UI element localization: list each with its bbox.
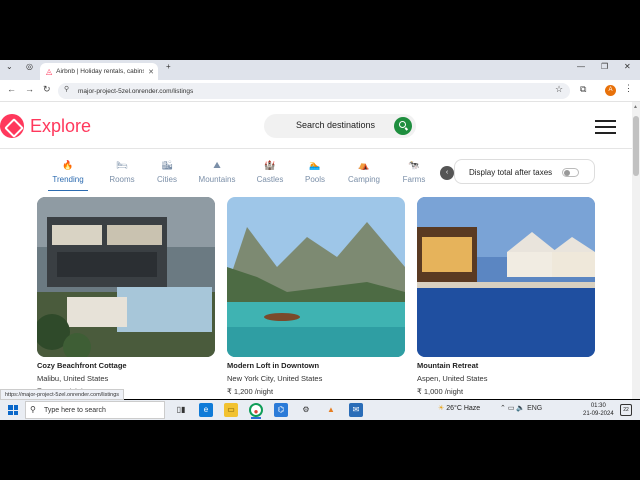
header-divider — [0, 148, 632, 149]
taskbar-search-icon: ⚲ — [30, 405, 36, 414]
lang-indicator[interactable]: ENG — [527, 405, 542, 412]
pool-icon: 🏊 — [309, 160, 321, 170]
filter-castles[interactable]: 🏰 Castles — [246, 160, 294, 184]
search-bar[interactable]: Search destinations — [264, 114, 416, 138]
compass-logo-icon[interactable] — [0, 114, 24, 138]
listing-location: New York City, United States — [227, 374, 323, 383]
new-tab-icon[interactable]: + — [166, 62, 171, 71]
listing-title[interactable]: Mountain Retreat — [417, 361, 595, 370]
tray-arrow-icon[interactable]: ⌃ — [500, 405, 506, 412]
back-icon[interactable]: ← — [7, 84, 16, 94]
minimize-icon[interactable]: — — [577, 62, 585, 71]
browser-menu-icon[interactable]: ⋮ — [624, 83, 633, 94]
tab-list-icon[interactable]: ⌄ — [6, 62, 13, 71]
file-explorer-icon[interactable]: ▭ — [224, 403, 238, 417]
weather-sun-icon: ☀ — [438, 405, 447, 412]
restore-icon[interactable]: ❐ — [601, 62, 608, 71]
task-view-icon[interactable]: ▯▮ — [174, 403, 188, 417]
clock[interactable]: 01:30 21-09-2024 — [583, 402, 614, 418]
listing-price: ₹ 1,200 /night — [227, 387, 274, 396]
weather-widget[interactable]: ☀ 26°C Haze — [438, 404, 480, 412]
filter-mountains[interactable]: ⛰ Mountains — [193, 160, 241, 184]
browser-tab[interactable]: ◬ Airbnb | Holiday rentals, cabins... ✕ — [40, 63, 158, 80]
filter-scroll-left-button[interactable]: ‹ — [440, 166, 454, 180]
filter-camping[interactable]: ⛺ Camping — [340, 160, 388, 184]
filter-farms[interactable]: 🐄 Farms — [390, 160, 438, 184]
filter-label: Farms — [402, 175, 426, 184]
filter-label: Camping — [347, 175, 380, 184]
listing-card[interactable]: Mountain Retreat Aspen, United States ₹ … — [417, 197, 595, 396]
logo-text[interactable]: Explore — [30, 116, 91, 137]
listing-card[interactable]: Modern Loft in Downtown New York City, U… — [227, 197, 405, 396]
city-icon: 🏙 — [161, 160, 173, 170]
tax-toggle-label: Display total after taxes — [469, 168, 553, 177]
listing-location: Malibu, United States — [37, 374, 109, 383]
search-input[interactable]: Search destinations — [296, 120, 375, 130]
active-app-indicator — [251, 417, 261, 419]
filter-label: Mountains — [198, 175, 236, 184]
url-text: major-project-5zel.onrender.com/listings — [78, 87, 194, 95]
listing-image[interactable] — [227, 197, 405, 357]
weather-text: 26°C Haze — [446, 405, 481, 412]
airbnb-favicon-icon: ◬ — [46, 67, 53, 76]
tab-title: Airbnb | Holiday rentals, cabins... — [56, 68, 145, 75]
listing-price: ₹ 1,000 /night — [417, 387, 464, 396]
clock-time: 01:30 — [590, 403, 606, 409]
network-icon[interactable]: ▭ — [508, 405, 515, 412]
listing-title[interactable]: Cozy Beachfront Cottage — [37, 361, 215, 370]
hamburger-menu-icon[interactable] — [595, 120, 616, 135]
filter-pools[interactable]: 🏊 Pools — [291, 160, 339, 184]
link-status-url: https://major-project-5zel.onrender.com/… — [0, 389, 125, 400]
tent-icon: ⛺ — [358, 160, 370, 170]
filter-label: Rooms — [109, 175, 135, 184]
tab-group-icon[interactable]: ◎ — [26, 62, 33, 71]
close-window-icon[interactable]: ✕ — [624, 62, 631, 71]
address-bar[interactable]: major-project-5zel.onrender.com/listings — [58, 83, 570, 99]
clock-date: 21-09-2024 — [583, 411, 614, 417]
vlc-icon[interactable]: ▲ — [324, 403, 338, 417]
settings-gear-icon[interactable]: ⚙ — [299, 403, 313, 417]
listing-image[interactable] — [37, 197, 215, 357]
system-tray[interactable]: ⌃ ▭ 🔈 ENG — [500, 404, 542, 412]
chrome-icon[interactable]: ● — [249, 403, 263, 417]
mountain-icon: ⛰ — [213, 160, 221, 170]
bed-icon: 🛏 — [116, 160, 128, 170]
listing-title[interactable]: Modern Loft in Downtown — [227, 361, 405, 370]
flame-icon: 🔥 — [62, 160, 74, 170]
site-info-icon[interactable]: ⚲ — [64, 85, 69, 93]
scroll-up-icon[interactable]: ▲ — [633, 104, 638, 110]
screen: ⌄ ◎ ◬ Airbnb | Holiday rentals, cabins..… — [0, 0, 640, 480]
notification-center-icon[interactable]: 22 — [620, 404, 632, 416]
profile-avatar[interactable]: A — [605, 85, 616, 96]
tax-toggle-container: Display total after taxes — [454, 159, 595, 184]
filter-label: Trending — [52, 175, 84, 184]
mail-icon[interactable]: ✉ — [349, 403, 363, 417]
edge-browser-icon[interactable]: e — [199, 403, 213, 417]
tax-toggle-switch[interactable] — [562, 168, 579, 177]
forward-icon[interactable]: → — [25, 84, 34, 94]
filter-trending[interactable]: 🔥 Trending — [44, 160, 92, 191]
filter-label: Cities — [156, 175, 177, 184]
cow-icon: 🐄 — [408, 160, 420, 170]
search-button[interactable] — [394, 117, 412, 135]
filter-cities[interactable]: 🏙 Cities — [143, 160, 191, 184]
volume-icon[interactable]: 🔈 — [516, 405, 525, 412]
extensions-icon[interactable]: ⧉ — [580, 84, 586, 95]
listing-location: Aspen, United States — [417, 374, 488, 383]
filter-label: Pools — [304, 175, 325, 184]
filter-label: Castles — [256, 175, 284, 184]
filter-rooms[interactable]: 🛏 Rooms — [98, 160, 146, 184]
web-page: Explore Search destinations 🔥 Trending 🛏 Ro… — [0, 102, 632, 399]
taskbar-search-input[interactable]: Type here to search — [25, 401, 165, 419]
bookmark-star-icon[interactable]: ☆ — [555, 84, 563, 95]
listing-card[interactable]: Cozy Beachfront Cottage Malibu, United S… — [37, 197, 215, 396]
castle-icon: 🏰 — [264, 160, 276, 170]
listing-image[interactable] — [417, 197, 595, 357]
scrollbar-thumb[interactable] — [633, 116, 639, 176]
reload-icon[interactable]: ↻ — [43, 84, 51, 95]
close-tab-icon[interactable]: ✕ — [148, 68, 154, 76]
windows-start-icon[interactable] — [8, 405, 18, 415]
vscode-icon[interactable]: ⌬ — [274, 403, 288, 417]
